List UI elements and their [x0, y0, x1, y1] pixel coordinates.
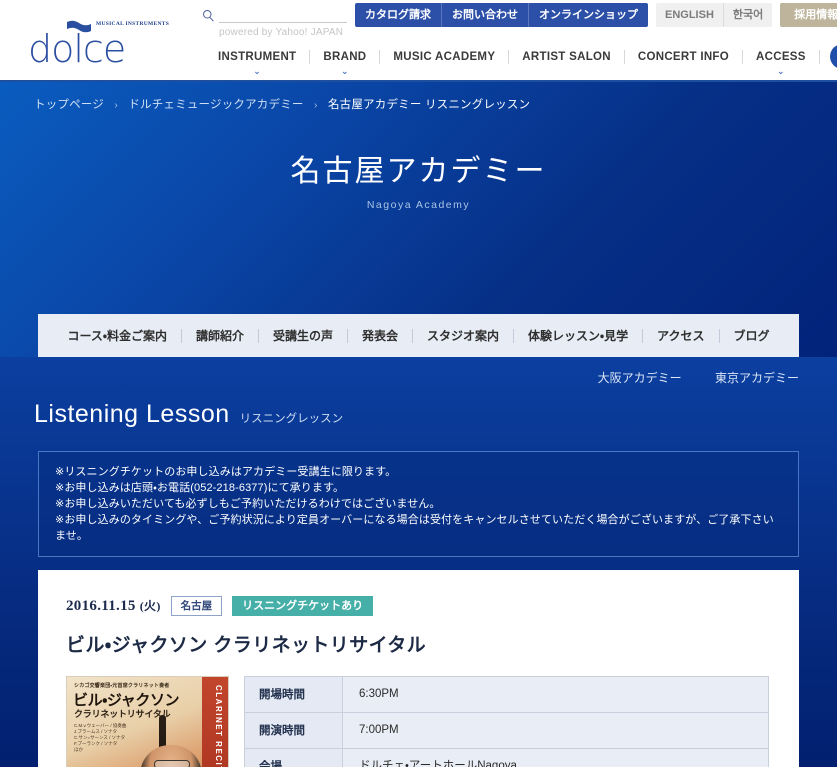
event-meta-row: 2016.11.15 (火) 名古屋 リスニングチケットあり [66, 596, 769, 616]
event-card: 2016.11.15 (火) 名古屋 リスニングチケットあり ビル・ジャクソン … [38, 570, 799, 767]
breadcrumb-item-top[interactable]: トップページ [34, 99, 104, 111]
event-poster-image[interactable]: CLARINET RECITAL シカゴ交響楽団・元首席クラリネット奏者 ビル・… [66, 676, 229, 767]
site-header: MUSICAL INSTRUMENTS dolce powered by Yah… [0, 0, 837, 82]
nav-item-access[interactable]: ACCESS ⌄ [743, 49, 820, 75]
nav-item-concert-info[interactable]: CONCERT INFO [625, 49, 743, 64]
breadcrumb: トップページ › ドルチェミュージックアカデミー › 名古屋アカデミー リスニン… [0, 82, 837, 112]
nav-item-label: ARTIST SALON [522, 50, 611, 63]
detail-label: 会場 [244, 748, 343, 767]
chevron-down-icon: ⌄ [776, 65, 785, 76]
breadcrumb-current: 名古屋アカデミー リスニングレッスン [327, 99, 531, 111]
nav-item-label: MUSIC ACADEMY [393, 50, 496, 63]
table-row: 会場 ドルチェ・アートホールNagoya （ドルチェ楽器名古屋店内） [244, 748, 769, 767]
academy-nav-panel: コース・料金ご案内 講師紹介 受講生の声 発表会 スタジオ案内 体験レッスン・見… [38, 314, 799, 357]
status-badge-ticket: リスニングチケットあり [232, 596, 374, 616]
hero-subtitle: Nagoya Academy [366, 199, 471, 211]
notice-line: ※お申し込みのタイミングや、ご予約状況により定員オーバーになる場合は受付をキャン… [55, 514, 774, 542]
nav-item-label: ACCESS [756, 50, 806, 63]
nav-item-label: CONCERT INFO [637, 50, 729, 63]
nav-dolce-classic-channel-button[interactable]: DOLCE CLASSIC CHANNEL [829, 44, 837, 69]
event-body: CLARINET RECITAL シカゴ交響楽団・元首席クラリネット奏者 ビル・… [66, 676, 769, 767]
notice-box: ※リスニングチケットのお申し込みはアカデミー受講生に限ります。 ※お申し込みは店… [38, 451, 799, 557]
breadcrumb-separator-icon: › [114, 100, 118, 111]
poster-program: C.M.v.ウェーバー / 協奏曲 J.ブラームス / ソナタ C.サン=サーン… [74, 723, 127, 752]
city-academy-links: 大阪アカデミー 東京アカデミー [0, 357, 837, 386]
language-korean-link[interactable]: 한국어 [724, 3, 772, 27]
poster-subtitle: クラリネットリサイタル [74, 709, 171, 719]
status-badge-city: 名古屋 [170, 596, 223, 616]
tab-blog[interactable]: ブログ [720, 329, 784, 343]
utility-contact-link[interactable]: お問い合わせ [442, 3, 529, 27]
tab-access[interactable]: アクセス [643, 328, 720, 343]
event-detail-table: 開場時間 6:30PM 開演時間 7:00PM 会場 ドルチェ・アートホールNa… [244, 676, 769, 767]
tab-instructors[interactable]: 講師紹介 [182, 328, 259, 343]
tab-studio-guide[interactable]: スタジオ案内 [413, 328, 515, 343]
main-navigation: INSTRUMENT ⌄ BRAND ⌄ MUSIC ACADEMY ARTIS… [205, 44, 837, 75]
utility-primary-group: カタログ請求 お問い合わせ オンラインショップ [355, 3, 648, 27]
language-english-link[interactable]: ENGLISH [656, 3, 724, 27]
tab-student-voices[interactable]: 受講生の声 [259, 328, 348, 343]
tab-course-pricing[interactable]: コース・料金ご案内 [53, 328, 182, 343]
language-group: ENGLISH 한국어 [656, 3, 773, 27]
academy-tab-row: コース・料金ご案内 講師紹介 受講生の声 発表会 スタジオ案内 体験レッスン・見… [38, 314, 799, 357]
site-logo[interactable]: MUSICAL INSTRUMENTS dolce [28, 20, 178, 68]
event-date: 2016.11.15 (火) [66, 597, 161, 615]
tokyo-academy-link[interactable]: 東京アカデミー [715, 371, 799, 385]
detail-value: 6:30PM [342, 676, 769, 713]
recruit-link[interactable]: 採用情報 [780, 3, 837, 27]
breadcrumb-item-academy[interactable]: ドルチェミュージックアカデミー [128, 99, 303, 111]
recruit-group: 採用情報 [780, 3, 837, 27]
tab-recital[interactable]: 発表会 [348, 328, 413, 343]
nav-item-label: BRAND [323, 50, 367, 63]
page-title-block: Listening Lesson リスニングレッスン [0, 386, 837, 429]
chevron-down-icon: ⌄ [253, 65, 262, 76]
eyeglasses-icon [154, 760, 190, 767]
utility-shop-link[interactable]: オンラインショップ [529, 3, 648, 27]
nav-item-brand[interactable]: BRAND ⌄ [310, 49, 381, 75]
search-input[interactable] [219, 8, 347, 23]
notice-line: ※お申し込みは店頭・お電話(052-218-6377)にて承ります。 [55, 482, 345, 494]
event-day-of-week: (火) [139, 599, 161, 613]
detail-value: 7:00PM [342, 712, 769, 749]
detail-label: 開場時間 [244, 676, 343, 713]
poster-kicker: シカゴ交響楽団・元首席クラリネット奏者 [74, 683, 170, 689]
breadcrumb-separator-icon: › [314, 100, 318, 111]
utility-catalog-link[interactable]: カタログ請求 [355, 3, 442, 27]
nav-item-artist-salon[interactable]: ARTIST SALON [509, 49, 625, 64]
nav-item-label: INSTRUMENT [218, 50, 297, 63]
search-powered-by: powered by Yahoo! JAPAN [219, 27, 344, 38]
table-row: 開場時間 6:30PM [244, 676, 769, 713]
detail-value: ドルチェ・アートホールNagoya （ドルチェ楽器名古屋店内） [342, 748, 769, 767]
nav-item-instrument[interactable]: INSTRUMENT ⌄ [205, 49, 311, 75]
detail-label: 開演時間 [244, 712, 343, 749]
page-title-ja: リスニングレッスン [239, 413, 344, 425]
event-date-value: 2016.11.15 [66, 598, 136, 614]
site-search: powered by Yahoo! JAPAN [202, 8, 354, 38]
logo-wordmark: dolce [28, 27, 126, 71]
event-title: ビル・ジャクソン クラリネットリサイタル [66, 635, 427, 656]
osaka-academy-link[interactable]: 大阪アカデミー [598, 371, 682, 385]
nav-item-music-academy[interactable]: MUSIC ACADEMY [380, 49, 510, 64]
utility-bar: カタログ請求 お問い合わせ オンラインショップ ENGLISH 한국어 採用情報 [355, 3, 837, 27]
chevron-down-icon: ⌄ [340, 65, 349, 76]
tab-trial-lesson[interactable]: 体験レッスン・見学 [514, 328, 644, 343]
hero-title: 名古屋アカデミー [290, 155, 547, 188]
notice-line: ※リスニングチケットのお申し込みはアカデミー受講生に限ります。 [55, 466, 397, 478]
poster-side-text: CLARINET RECITAL [214, 685, 223, 767]
table-row: 開演時間 7:00PM [244, 712, 769, 749]
search-icon[interactable] [202, 9, 215, 22]
page-title: Listening Lesson [34, 400, 230, 428]
notice-line: ※お申し込みいただいても必ずしもご予約いただけるわけではございません。 [55, 498, 441, 510]
hero-section: トップページ › ドルチェミュージックアカデミー › 名古屋アカデミー リスニン… [0, 82, 837, 357]
page-body: 大阪アカデミー 東京アカデミー Listening Lesson リスニングレッ… [0, 357, 837, 767]
